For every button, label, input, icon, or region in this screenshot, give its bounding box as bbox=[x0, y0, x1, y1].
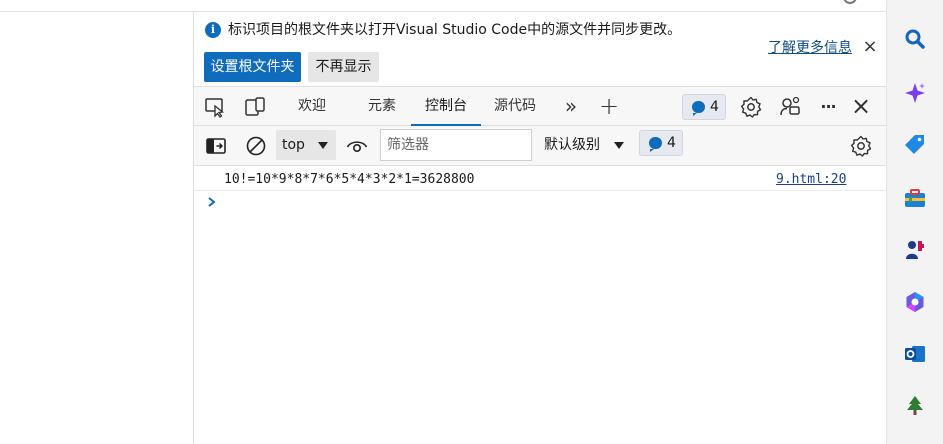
live-expression-eye-icon[interactable] bbox=[345, 134, 369, 158]
tools-icon[interactable] bbox=[903, 186, 927, 210]
games-icon[interactable] bbox=[903, 238, 927, 262]
close-devtools-icon[interactable]: × bbox=[848, 87, 874, 126]
copilot-icon[interactable] bbox=[903, 81, 927, 105]
console-prompt-chevron-icon[interactable] bbox=[206, 194, 218, 210]
clear-console-icon[interactable] bbox=[244, 134, 268, 158]
settings-gear-icon[interactable] bbox=[739, 95, 763, 119]
tab-elements[interactable]: 元素 bbox=[356, 87, 408, 126]
more-tabs-icon[interactable]: » bbox=[558, 87, 584, 126]
message-bubble-icon bbox=[692, 101, 705, 116]
search-icon[interactable] bbox=[903, 27, 927, 51]
show-sidebar-icon[interactable] bbox=[204, 134, 228, 158]
inspect-element-icon[interactable] bbox=[203, 95, 227, 119]
profile-icon[interactable] bbox=[843, 0, 857, 4]
tab-welcome[interactable]: 欢迎 bbox=[286, 87, 338, 126]
browser-sidebar bbox=[886, 0, 943, 444]
info-icon: i bbox=[205, 22, 221, 38]
devtools-panel: i 标识项目的根文件夹以打开Visual Studio Code中的源文件并同步… bbox=[193, 12, 886, 444]
log-level-select[interactable]: 默认级别 bbox=[544, 130, 630, 160]
filter-input[interactable] bbox=[380, 129, 532, 161]
message-bubble-icon bbox=[649, 137, 662, 152]
console-settings-gear-icon[interactable] bbox=[849, 134, 873, 158]
workspace-banner: i 标识项目的根文件夹以打开Visual Studio Code中的源文件并同步… bbox=[194, 12, 886, 86]
shopping-tag-icon[interactable] bbox=[903, 133, 927, 157]
page-content-area bbox=[0, 12, 193, 444]
devtools-tab-bar: 欢迎 元素 控制台 源代码 » + 4 ··· × bbox=[194, 86, 886, 126]
browser-top-edge bbox=[0, 0, 886, 12]
console-message-text: 10!=10*9*8*7*6*5*4*3*2*1=3628800 bbox=[224, 172, 475, 187]
console-output: 10!=10*9*8*7*6*5*4*3*2*1=3628800 9.html:… bbox=[194, 166, 886, 444]
feedback-icon[interactable] bbox=[778, 95, 802, 119]
add-tab-icon[interactable]: + bbox=[596, 87, 622, 126]
issues-badge[interactable]: 4 bbox=[682, 94, 726, 120]
banner-message: 标识项目的根文件夹以打开Visual Studio Code中的源文件并同步更改… bbox=[228, 22, 682, 38]
console-issues-badge[interactable]: 4 bbox=[639, 130, 683, 156]
device-emulation-icon[interactable] bbox=[243, 95, 267, 119]
tab-console[interactable]: 控制台 bbox=[411, 87, 481, 126]
chevron-down-icon bbox=[318, 142, 328, 149]
set-root-folder-button[interactable]: 设置根文件夹 bbox=[204, 52, 301, 82]
banner-close-icon[interactable]: × bbox=[862, 37, 878, 57]
learn-more-link[interactable]: 了解更多信息 bbox=[768, 39, 852, 57]
console-message-row: 10!=10*9*8*7*6*5*4*3*2*1=3628800 9.html:… bbox=[194, 166, 886, 191]
context-select[interactable]: top bbox=[276, 130, 336, 160]
tree-icon[interactable] bbox=[903, 394, 927, 418]
tab-sources[interactable]: 源代码 bbox=[484, 87, 546, 126]
dont-show-again-button[interactable]: 不再显示 bbox=[308, 52, 379, 82]
more-options-icon[interactable]: ··· bbox=[814, 87, 842, 126]
console-toolbar: top 默认级别 4 bbox=[194, 126, 886, 166]
outlook-icon[interactable] bbox=[903, 342, 927, 366]
console-message-source-link[interactable]: 9.html:20 bbox=[776, 172, 846, 188]
chevron-down-icon bbox=[614, 142, 624, 149]
microsoft365-icon[interactable] bbox=[903, 290, 927, 314]
